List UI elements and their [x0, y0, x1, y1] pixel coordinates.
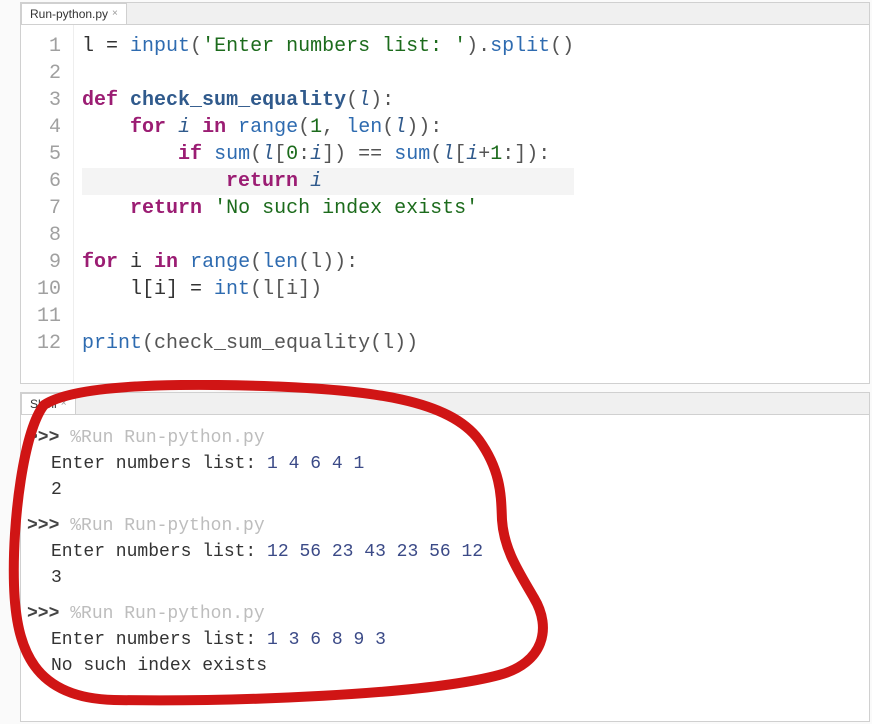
shell-prompt-line: >>> %Run Run-python.py [27, 601, 867, 627]
line-gutter: 123456789101112 [21, 25, 74, 383]
shell-output-line: 3 [27, 565, 867, 591]
line-number: 7 [37, 195, 61, 222]
shell-output-line: 2 [27, 477, 867, 503]
close-icon[interactable]: × [61, 399, 67, 409]
line-number: 4 [37, 114, 61, 141]
shell-tab[interactable]: Shell × [21, 393, 76, 414]
line-number: 10 [37, 276, 61, 303]
code-line[interactable]: return 'No such index exists' [82, 195, 574, 222]
code-text[interactable]: l = input('Enter numbers list: ').split(… [74, 25, 574, 383]
code-line[interactable] [82, 303, 574, 330]
code-line[interactable]: return i [82, 168, 574, 195]
shell-run: >>> %Run Run-python.pyEnter numbers list… [27, 601, 867, 679]
code-line[interactable]: l[i] = int(l[i]) [82, 276, 574, 303]
line-number: 9 [37, 249, 61, 276]
line-number: 11 [37, 303, 61, 330]
shell-output-line: No such index exists [27, 653, 867, 679]
shell-output-line: Enter numbers list: 1 3 6 8 9 3 [27, 627, 867, 653]
editor-tabbar: Run-python.py × [21, 3, 869, 25]
line-number: 6 [37, 168, 61, 195]
code-line[interactable]: def check_sum_equality(l): [82, 87, 574, 114]
line-number: 5 [37, 141, 61, 168]
line-number: 8 [37, 222, 61, 249]
shell-pane: Shell × >>> %Run Run-python.pyEnter numb… [20, 392, 870, 722]
line-number: 12 [37, 330, 61, 357]
shell-tab-title: Shell [30, 397, 57, 411]
code-line[interactable] [82, 60, 574, 87]
line-number: 2 [37, 60, 61, 87]
editor-tab-title: Run-python.py [30, 7, 108, 21]
line-number: 1 [37, 33, 61, 60]
code-area[interactable]: 123456789101112 l = input('Enter numbers… [21, 25, 869, 383]
shell-prompt-line: >>> %Run Run-python.py [27, 513, 867, 539]
shell-output-line: Enter numbers list: 1 4 6 4 1 [27, 451, 867, 477]
shell-run: >>> %Run Run-python.pyEnter numbers list… [27, 513, 867, 591]
editor-pane: Run-python.py × 123456789101112 l = inpu… [20, 2, 870, 384]
code-line[interactable]: if sum(l[0:i]) == sum(l[i+1:]): [82, 141, 574, 168]
shell-output-line: Enter numbers list: 12 56 23 43 23 56 12 [27, 539, 867, 565]
code-line[interactable]: l = input('Enter numbers list: ').split(… [82, 33, 574, 60]
code-line[interactable]: for i in range(len(l)): [82, 249, 574, 276]
code-line[interactable]: print(check_sum_equality(l)) [82, 330, 574, 357]
editor-tab[interactable]: Run-python.py × [21, 3, 127, 24]
shell-run: >>> %Run Run-python.pyEnter numbers list… [27, 425, 867, 503]
line-number: 3 [37, 87, 61, 114]
close-icon[interactable]: × [112, 9, 118, 19]
code-line[interactable] [82, 222, 574, 249]
shell-tabbar: Shell × [21, 393, 869, 415]
code-line[interactable]: for i in range(1, len(l)): [82, 114, 574, 141]
shell-output[interactable]: >>> %Run Run-python.pyEnter numbers list… [21, 415, 869, 721]
shell-prompt-line: >>> %Run Run-python.py [27, 425, 867, 451]
